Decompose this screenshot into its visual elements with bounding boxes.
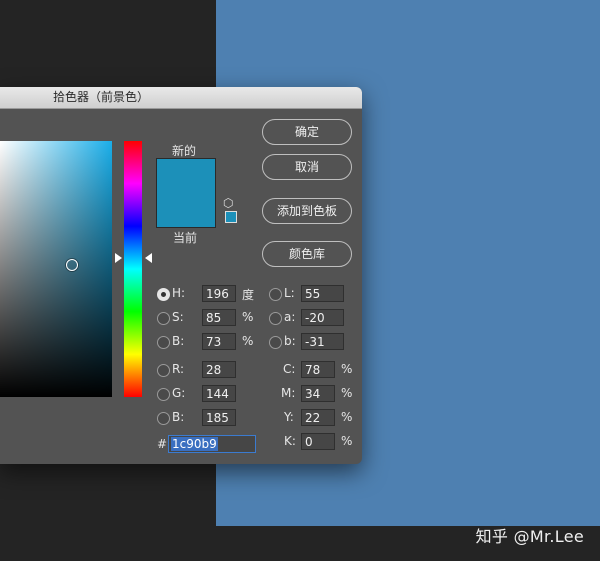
hue-slider-right-arrow-icon[interactable]: [145, 253, 152, 263]
color-field-picker-circle[interactable]: [66, 259, 78, 271]
s-unit: %: [242, 310, 254, 324]
c-label: C:: [283, 362, 296, 376]
b-input[interactable]: 73: [202, 333, 236, 350]
h-input[interactable]: 196: [202, 285, 236, 302]
c-unit: %: [341, 362, 353, 376]
c-input[interactable]: 78: [301, 361, 335, 378]
color-field[interactable]: [0, 141, 112, 397]
lab-b-input[interactable]: -31: [301, 333, 344, 350]
radio-b[interactable]: [157, 336, 170, 349]
lab-b-label: b:: [284, 334, 296, 348]
radio-s[interactable]: [157, 312, 170, 325]
rgb-b-input[interactable]: 185: [202, 409, 236, 426]
g-label: G:: [172, 386, 186, 400]
y-unit: %: [341, 410, 353, 424]
color-picker-dialog: 拾色器（前景色） 新的 当前 ⬡ 确定 取消 添加到色板 颜色库 H: 196 …: [0, 87, 362, 464]
cancel-button[interactable]: 取消: [262, 154, 352, 180]
dialog-title: 拾色器（前景色）: [52, 90, 149, 104]
radio-a[interactable]: [269, 312, 282, 325]
hex-label: #: [157, 437, 168, 451]
rgb-b-label: B:: [172, 410, 185, 424]
radio-rgb-b[interactable]: [157, 412, 170, 425]
r-label: R:: [172, 362, 185, 376]
s-input[interactable]: 85: [202, 309, 236, 326]
radio-lab-b[interactable]: [269, 336, 282, 349]
hex-value: 1c90b9: [171, 437, 218, 451]
a-label: a:: [284, 310, 296, 324]
b-unit: %: [242, 334, 254, 348]
color-preview-swatch[interactable]: [156, 158, 216, 228]
m-label: M:: [281, 386, 296, 400]
radio-h[interactable]: [157, 288, 170, 301]
s-label: S:: [172, 310, 184, 324]
l-label: L:: [284, 286, 295, 300]
b-label: B:: [172, 334, 185, 348]
y-label: Y:: [284, 410, 294, 424]
k-input[interactable]: 0: [301, 433, 335, 450]
g-input[interactable]: 144: [202, 385, 236, 402]
m-input[interactable]: 34: [301, 385, 335, 402]
l-input[interactable]: 55: [301, 285, 344, 302]
hue-slider-left-arrow-icon[interactable]: [115, 253, 122, 263]
hex-input[interactable]: 1c90b9: [168, 435, 256, 453]
a-input[interactable]: -20: [301, 309, 344, 326]
hue-slider[interactable]: [124, 141, 142, 397]
watermark: 知乎 @Mr.Lee: [475, 527, 584, 546]
ok-button[interactable]: 确定: [262, 119, 352, 145]
new-color-label: 新的: [172, 144, 197, 158]
m-unit: %: [341, 386, 353, 400]
radio-r[interactable]: [157, 364, 170, 377]
k-label: K:: [284, 434, 296, 448]
add-to-swatches-button[interactable]: 添加到色板: [262, 198, 352, 224]
h-label: H:: [172, 286, 186, 300]
radio-l[interactable]: [269, 288, 282, 301]
dialog-titlebar[interactable]: 拾色器（前景色）: [0, 87, 362, 109]
y-input[interactable]: 22: [301, 409, 335, 426]
k-unit: %: [341, 434, 353, 448]
web-color-swatch[interactable]: [225, 211, 237, 223]
current-color-label: 当前: [173, 231, 198, 245]
h-unit: 度: [242, 288, 255, 302]
color-libraries-button[interactable]: 颜色库: [262, 241, 352, 267]
r-input[interactable]: 28: [202, 361, 236, 378]
cube-icon[interactable]: ⬡: [223, 196, 237, 210]
radio-g[interactable]: [157, 388, 170, 401]
